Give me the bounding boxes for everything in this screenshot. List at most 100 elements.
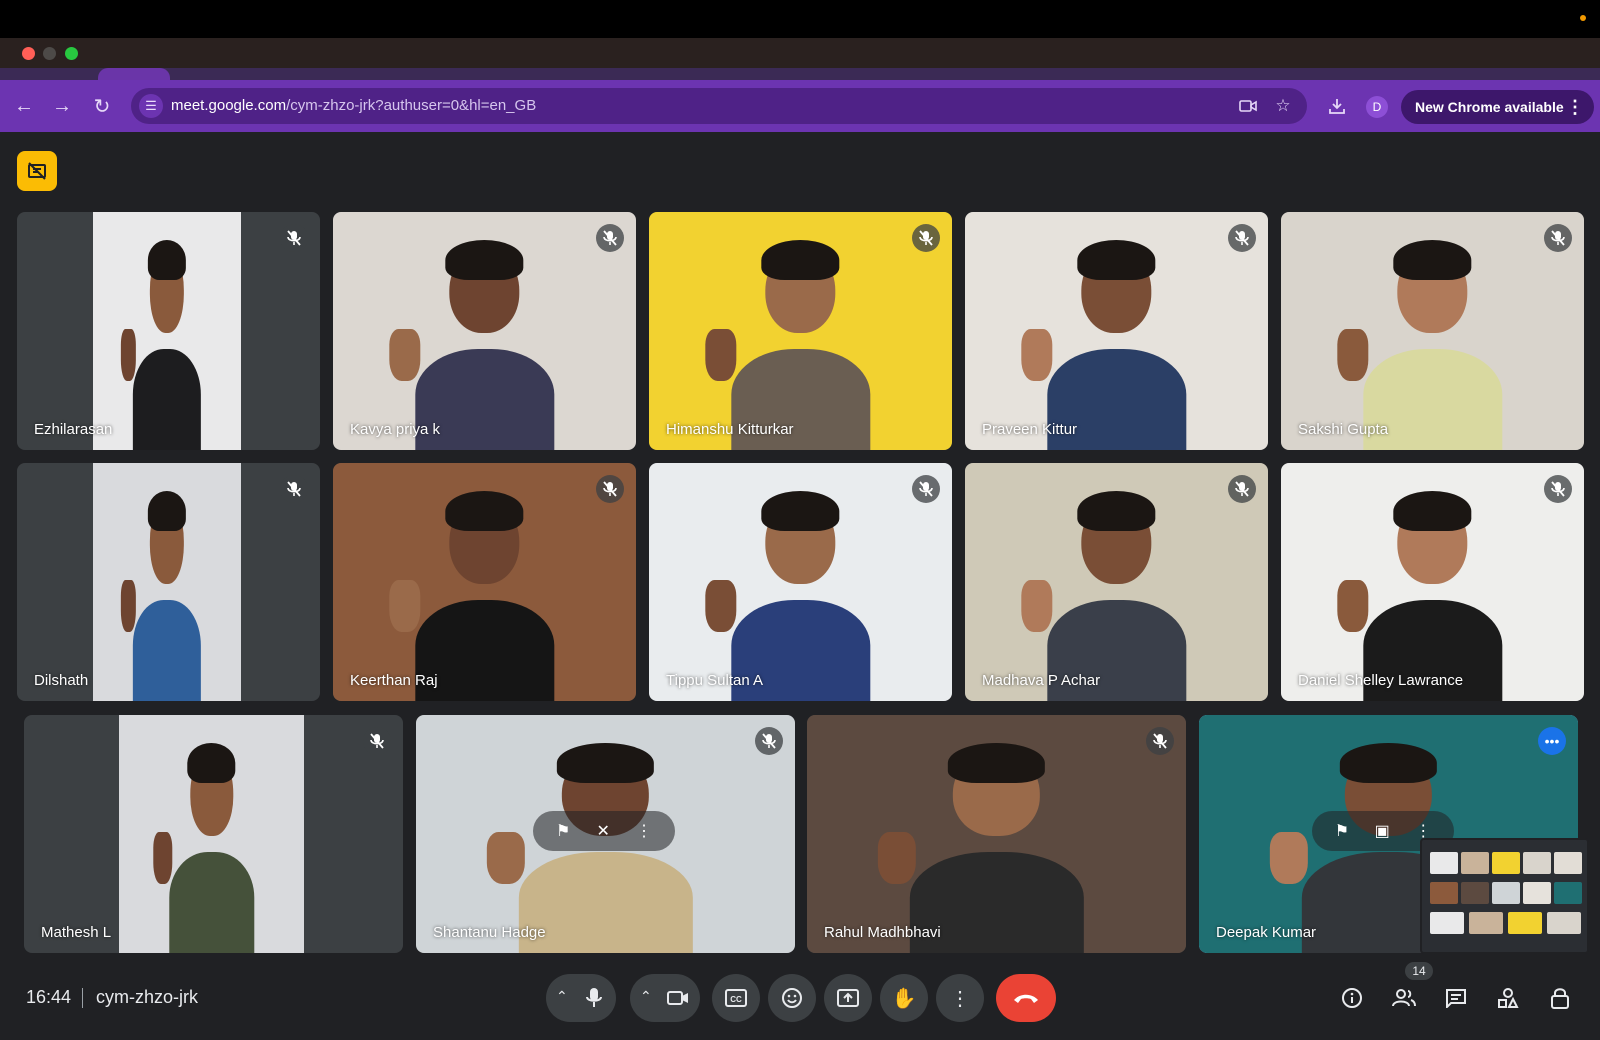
more-options-icon[interactable]: ••• (1538, 727, 1566, 755)
participant-tile[interactable]: Sakshi Gupta (1281, 212, 1584, 450)
tile-menu-icon[interactable]: ⋮ (636, 821, 652, 841)
muted-mic-icon (912, 224, 940, 252)
mute-participant-icon[interactable]: ✕ (596, 821, 609, 841)
participant-tile[interactable]: Praveen Kittur (965, 212, 1268, 450)
preview-thumbnail (1547, 912, 1581, 934)
meeting-controls-bar: 16:44 cym-zhzo-jrk ⌃ ⌃ CC ✋ ⋮ 14 (0, 950, 1600, 1040)
muted-mic-icon (1544, 475, 1572, 503)
video-off-notice-icon[interactable] (17, 151, 57, 191)
participant-figure (705, 490, 871, 701)
video-options-chevron-icon[interactable]: ⌃ (640, 988, 652, 1005)
preview-thumbnail (1430, 882, 1458, 904)
participant-figure (389, 490, 555, 701)
tile-hover-controls: ⚑ ✕ ⋮ (533, 811, 675, 851)
participant-video (649, 463, 952, 701)
preview-thumbnail (1523, 852, 1551, 874)
participant-figure (877, 742, 1084, 953)
preview-thumbnail (1492, 882, 1520, 904)
site-settings-icon[interactable]: ☰ (139, 94, 163, 118)
muted-mic-icon (912, 475, 940, 503)
participant-tile[interactable]: Madhava P Achar (965, 463, 1268, 701)
participant-video (92, 463, 242, 701)
participant-video (333, 212, 636, 450)
participant-name: Tippu Sultan A (666, 672, 764, 689)
camera-control: ⌃ (630, 974, 700, 1022)
participant-tile[interactable]: ⚑ ✕ ⋮ Shantanu Hadge (416, 715, 795, 953)
new-chrome-available-button[interactable]: New Chrome available ⋮ (1401, 90, 1594, 124)
minimize-window-button[interactable] (43, 47, 56, 60)
back-arrow-icon[interactable]: ← (10, 92, 38, 120)
chrome-menu-icon[interactable]: ⋮ (1566, 97, 1584, 118)
participant-figure (120, 490, 202, 701)
active-tab[interactable] (98, 68, 170, 80)
preview-thumbnail (1461, 852, 1489, 874)
microphone-icon[interactable] (576, 980, 612, 1016)
preview-thumbnail (1469, 912, 1503, 934)
reload-icon[interactable]: ↻ (88, 92, 116, 120)
muted-mic-icon (1544, 224, 1572, 252)
url-text[interactable]: meet.google.com/cym-zhzo-jrk?authuser=0&… (171, 97, 536, 114)
participant-figure (153, 742, 255, 953)
activities-icon[interactable] (1488, 978, 1528, 1018)
audio-options-chevron-icon[interactable]: ⌃ (556, 988, 568, 1005)
camera-icon[interactable] (660, 980, 696, 1016)
participant-name: Mathesh L (41, 924, 112, 941)
participant-tile[interactable]: Mathesh L (24, 715, 403, 953)
muted-mic-icon (1228, 224, 1256, 252)
participant-tile[interactable]: Keerthan Raj (333, 463, 636, 701)
participant-figure (1337, 239, 1503, 450)
emoji-reaction-icon[interactable] (768, 974, 816, 1022)
self-view-preview[interactable] (1420, 838, 1589, 954)
participant-video (649, 212, 952, 450)
participant-name: Ezhilarasan (34, 421, 113, 438)
preview-thumbnail (1554, 852, 1582, 874)
participant-name: Sakshi Gupta (1298, 421, 1389, 438)
muted-mic-icon (755, 727, 783, 755)
muted-mic-icon (363, 727, 391, 755)
frame-adjust-icon[interactable]: ▣ (1375, 821, 1390, 841)
forward-arrow-icon[interactable]: → (48, 92, 76, 120)
preview-thumbnail (1430, 852, 1458, 874)
chat-icon[interactable] (1436, 978, 1476, 1018)
participant-tile[interactable]: Dilshath (17, 463, 320, 701)
preview-thumbnail (1461, 882, 1489, 904)
participant-name: Rahul Madhbhavi (824, 924, 941, 941)
camera-permission-icon[interactable] (1236, 94, 1260, 118)
participant-video (965, 463, 1268, 701)
preview-thumbnail (1508, 912, 1542, 934)
download-icon[interactable] (1323, 92, 1351, 120)
svg-text:CC: CC (730, 995, 742, 1004)
raise-hand-icon[interactable]: ✋ (880, 974, 928, 1022)
preview-thumbnail (1492, 852, 1520, 874)
preview-thumbnail (1554, 882, 1582, 904)
close-window-button[interactable] (22, 47, 35, 60)
pin-icon[interactable]: ⚑ (1335, 821, 1349, 841)
url-path: /cym-zhzo-jrk?authuser=0&hl=en_GB (286, 97, 537, 114)
present-screen-icon[interactable] (824, 974, 872, 1022)
pin-icon[interactable]: ⚑ (556, 821, 570, 841)
status-dot (1580, 15, 1586, 21)
participant-figure (1021, 239, 1187, 450)
participant-tile[interactable]: Kavya priya k (333, 212, 636, 450)
more-options-icon[interactable]: ⋮ (936, 974, 984, 1022)
participant-tile[interactable]: Daniel Shelley Lawrance (1281, 463, 1584, 701)
participant-name: Dilshath (34, 672, 89, 689)
address-bar[interactable]: ☰ meet.google.com/cym-zhzo-jrk?authuser=… (131, 88, 1307, 124)
bookmark-star-icon[interactable]: ☆ (1271, 94, 1295, 118)
participant-name: Keerthan Raj (350, 672, 438, 689)
participant-tile[interactable]: Rahul Madhbhavi (807, 715, 1186, 953)
profile-avatar[interactable]: D (1366, 96, 1388, 118)
captions-icon[interactable]: CC (712, 974, 760, 1022)
meeting-info-icon[interactable] (1332, 978, 1372, 1018)
participant-tile[interactable]: Tippu Sultan A (649, 463, 952, 701)
host-controls-icon[interactable] (1540, 978, 1580, 1018)
participant-name: Praveen Kittur (982, 421, 1078, 438)
muted-mic-icon (280, 475, 308, 503)
people-icon[interactable] (1384, 978, 1424, 1018)
participant-tile[interactable]: Himanshu Kitturkar (649, 212, 952, 450)
participant-figure (120, 239, 202, 450)
microphone-control: ⌃ (546, 974, 616, 1022)
maximize-window-button[interactable] (65, 47, 78, 60)
end-call-button[interactable] (996, 974, 1056, 1022)
participant-tile[interactable]: Ezhilarasan (17, 212, 320, 450)
